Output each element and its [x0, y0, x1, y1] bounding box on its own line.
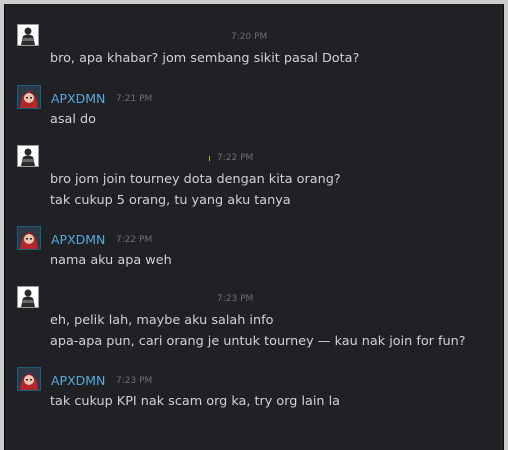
message-timestamp: 7:22 PM [217, 153, 254, 163]
self-avatar-icon[interactable] [17, 24, 39, 46]
self-avatar-icon[interactable] [17, 286, 39, 308]
username-link[interactable]: APXDMN [51, 232, 105, 247]
apxdmn-avatar-icon[interactable] [17, 367, 41, 391]
message-timestamp: 7:20 PM [231, 32, 268, 42]
message-timestamp: 7:23 PM [217, 294, 254, 304]
chat-window: 7:20 PM bro, apa khabar? jom sembang sik… [4, 4, 504, 450]
message-text: nama aku apa weh [50, 253, 172, 268]
message-timestamp: 7:22 PM [116, 235, 153, 245]
message-text: tak cukup KPI nak scam org ka, try org l… [50, 394, 340, 409]
message-text: eh, pelik lah, maybe aku salah info [50, 313, 274, 328]
username-link[interactable]: APXDMN [51, 373, 105, 388]
message-text: asal do [50, 112, 96, 127]
read-marker-icon [209, 156, 210, 161]
message-timestamp: 7:21 PM [116, 94, 153, 104]
message-text: apa-apa pun, cari orang je untuk tourney… [50, 334, 466, 349]
apxdmn-avatar-icon[interactable] [17, 226, 41, 250]
message-timestamp: 7:23 PM [116, 376, 153, 386]
message-text: bro jom join tourney dota dengan kita or… [50, 172, 341, 187]
self-avatar-icon[interactable] [17, 145, 39, 167]
username-link[interactable]: APXDMN [51, 91, 105, 106]
apxdmn-avatar-icon[interactable] [17, 85, 41, 109]
message-text: tak cukup 5 orang, tu yang aku tanya [50, 193, 291, 208]
message-text: bro, apa khabar? jom sembang sikit pasal… [50, 51, 360, 66]
